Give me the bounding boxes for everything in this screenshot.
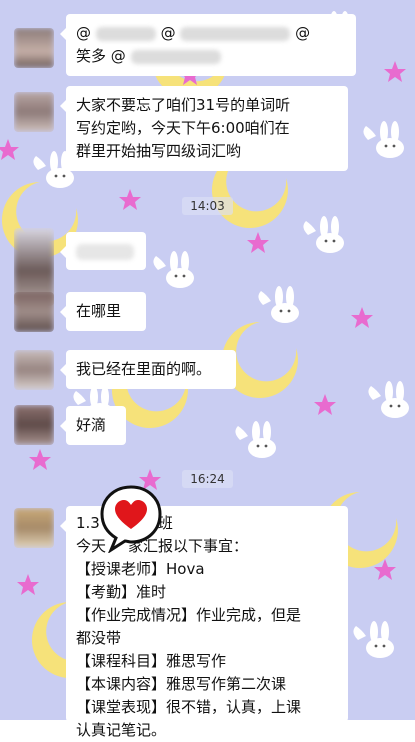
report-content: 【本课内容】雅思写作第二次课	[76, 675, 287, 693]
star-icon	[314, 394, 336, 415]
message-bubble-mentions[interactable]: @ @ @ 笑多 @	[60, 14, 356, 76]
star-icon	[0, 139, 19, 160]
message-text: 写约定哟，今天下午6:00咱们在	[76, 119, 290, 137]
message-bubble-redacted[interactable]	[60, 232, 146, 270]
message-text: 我已经在里面的啊。	[76, 360, 212, 378]
mention-line: @ @ @	[76, 24, 311, 42]
star-icon	[247, 232, 269, 253]
redacted-name	[95, 26, 156, 41]
avatar[interactable]	[14, 405, 54, 445]
redacted-text	[76, 243, 134, 260]
bunny-icon	[353, 621, 394, 658]
redacted-name	[130, 49, 221, 64]
report-teacher: 【授课老师】Hova	[76, 560, 205, 578]
message-bubble[interactable]: 在哪里	[60, 292, 146, 331]
timestamp: 14:03	[0, 195, 415, 215]
bunny-icon	[235, 421, 276, 458]
redacted-name	[180, 26, 291, 41]
avatar[interactable]	[14, 508, 54, 548]
timestamp: 16:24	[0, 468, 415, 488]
report-homework: 【作业完成情况】作业完成，但是	[76, 606, 302, 624]
bunny-icon	[153, 251, 194, 288]
star-icon	[29, 449, 51, 470]
avatar[interactable]	[14, 28, 54, 68]
bunny-icon	[363, 121, 404, 158]
message-bubble[interactable]: 好滴	[60, 406, 126, 445]
star-icon	[384, 61, 406, 82]
message-text: 在哪里	[76, 302, 122, 320]
star-icon	[351, 307, 373, 328]
message-text: 大家不要忘了咱们31号的单词听	[76, 96, 291, 114]
heart-icon	[100, 485, 162, 553]
star-icon	[17, 574, 39, 595]
message-text: 群里开始抽写四级词汇哟	[76, 142, 242, 160]
report-attendance: 【考勤】准时	[76, 583, 167, 601]
message-bubble-reminder[interactable]: 大家不要忘了咱们31号的单词听 写约定哟，今天下午6:00咱们在 群里开始抽写四…	[60, 86, 348, 171]
avatar[interactable]	[14, 92, 54, 132]
report-performance: 【课堂表现】很不错，认真，上课	[76, 698, 302, 716]
message-text: 好滴	[76, 416, 107, 434]
bunny-icon	[258, 286, 299, 323]
report-homework-cont: 都没带	[76, 629, 122, 647]
bunny-icon	[303, 216, 344, 253]
avatar[interactable]	[14, 350, 54, 390]
mention-line-2: 笑多 @	[76, 45, 346, 68]
bunny-icon	[368, 381, 409, 418]
message-bubble[interactable]: 我已经在里面的啊。	[60, 350, 236, 389]
avatar[interactable]	[14, 292, 54, 332]
report-performance-cont: 认真记笔记。	[76, 721, 167, 739]
report-subject: 【课程科目】雅思写作	[76, 652, 227, 670]
